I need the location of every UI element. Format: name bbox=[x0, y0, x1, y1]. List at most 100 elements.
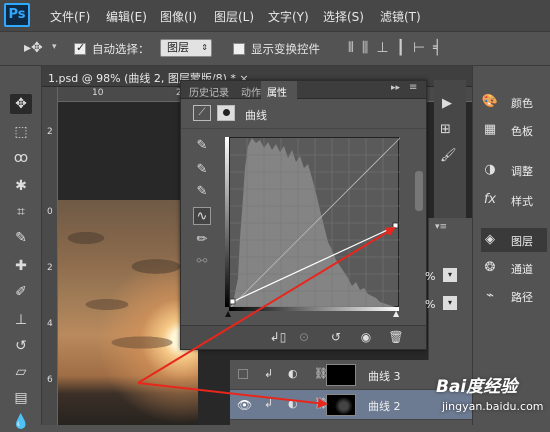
smooth-curve-icon[interactable]: ⚯ bbox=[193, 253, 211, 271]
curves-adjustment-icon: ⟋ bbox=[193, 105, 211, 121]
marquee-tool-icon[interactable]: ⬚ bbox=[10, 122, 32, 142]
eyedropper-black-icon[interactable]: ✎ bbox=[193, 137, 211, 155]
play-action-icon[interactable]: ▶ bbox=[442, 96, 452, 111]
dock-label: 色板 bbox=[511, 125, 533, 138]
opacity-dropdown-icon[interactable]: ▾ bbox=[443, 268, 457, 282]
eye-icon[interactable]: 👁 bbox=[237, 398, 252, 412]
visibility-icon[interactable]: ◉ bbox=[357, 328, 375, 346]
layers-stack-icon: ◈ bbox=[485, 232, 495, 247]
move-tool-icon[interactable]: ▸✥ bbox=[24, 40, 43, 56]
dock-label: 路径 bbox=[511, 291, 533, 304]
auto-select-label: 自动选择： bbox=[92, 42, 150, 56]
view-previous-icon[interactable]: ⊙ bbox=[295, 328, 313, 346]
layer-mask-thumbnail[interactable] bbox=[326, 364, 356, 386]
history-brush-icon[interactable]: ↺ bbox=[10, 336, 32, 356]
move-tool-icon[interactable]: ✥ bbox=[10, 94, 32, 114]
align-buttons-icon[interactable]: ⫴⫼⊥┃⊢╡ bbox=[348, 40, 450, 56]
curve-point-white[interactable] bbox=[392, 222, 399, 229]
menu-image[interactable]: 图像(I) bbox=[160, 8, 197, 25]
properties-tab-bar: 历史记录 动作 属性 ▸▸ ≡ bbox=[181, 81, 426, 99]
menu-filter[interactable]: 滤镜(T) bbox=[380, 8, 421, 25]
menu-edit[interactable]: 编辑(E) bbox=[106, 8, 147, 25]
tool-preset-dropdown-icon[interactable]: ▾ bbox=[52, 42, 57, 52]
reset-icon[interactable]: ↺ bbox=[327, 328, 345, 346]
menu-select[interactable]: 选择(S) bbox=[323, 8, 364, 25]
eyedropper-gray-icon[interactable]: ✎ bbox=[193, 161, 211, 179]
ruler-tick-label: 2 bbox=[47, 127, 53, 137]
swatches-grid-icon: ▦ bbox=[483, 122, 497, 137]
ruler-tick-label: 2 bbox=[47, 263, 53, 273]
ruler-tick-label: 6 bbox=[47, 375, 53, 385]
fill-dropdown-icon[interactable]: ▾ bbox=[443, 296, 457, 310]
curves-svg bbox=[229, 137, 401, 309]
eraser-tool-icon[interactable]: ▱ bbox=[10, 362, 32, 382]
clip-link-icon: ↲ bbox=[264, 367, 274, 380]
tab-properties[interactable]: 属性 bbox=[267, 84, 287, 99]
curves-graph[interactable] bbox=[229, 137, 401, 309]
gradient-tool-icon[interactable]: ▤ bbox=[10, 388, 32, 408]
pencil-draw-icon[interactable]: ✏ bbox=[193, 231, 211, 249]
show-transform-label: 显示变换控件 bbox=[251, 42, 320, 56]
dock-item-paths[interactable]: ⌁ 路径 bbox=[481, 284, 547, 308]
brush-tool-icon[interactable]: ✐ bbox=[10, 282, 32, 302]
menu-file[interactable]: 文件(F) bbox=[50, 8, 90, 25]
options-bar: ▸✥ ▾ 自动选择： 图层 ⇕ 显示变换控件 ⫴⫼⊥┃⊢╡ bbox=[0, 32, 550, 66]
clip-to-layer-icon[interactable]: ↲▯ bbox=[269, 328, 287, 346]
dock-item-adjustments[interactable]: ◑ 调整 bbox=[481, 158, 547, 182]
baidu-watermark: Bai度经验 jingyan.baidu.com bbox=[436, 372, 550, 422]
layer-name[interactable]: 曲线 2 bbox=[368, 398, 401, 414]
collapse-icon[interactable]: ▸▸ bbox=[391, 83, 400, 93]
healing-brush-icon[interactable]: ✚ bbox=[10, 256, 32, 276]
adjustment-circle-icon: ◐ bbox=[288, 397, 298, 410]
white-point-slider-icon[interactable]: ▲ bbox=[393, 309, 399, 318]
eyedropper-white-icon[interactable]: ✎ bbox=[193, 183, 211, 201]
ruler-tick-label: 4 bbox=[47, 319, 53, 329]
magic-wand-icon[interactable]: ✱ bbox=[10, 176, 32, 196]
lasso-tool-icon[interactable]: ꝏ bbox=[10, 148, 32, 168]
auto-select-checkbox[interactable] bbox=[74, 41, 86, 55]
dock-item-channels[interactable]: ❂ 通道 bbox=[481, 256, 547, 280]
crop-tool-icon[interactable]: ⌗ bbox=[10, 202, 32, 222]
menu-type[interactable]: 文字(Y) bbox=[268, 8, 309, 25]
dock-label: 图层 bbox=[511, 235, 533, 248]
collapsed-panel-dock: ▶ ⊞ 🖌 bbox=[434, 80, 466, 220]
black-point-slider-icon[interactable]: ▲ bbox=[225, 309, 231, 318]
dock-item-swatches[interactable]: ▦ 色板 bbox=[481, 118, 547, 142]
show-transform-checkbox[interactable] bbox=[233, 43, 245, 55]
layer-name[interactable]: 曲线 3 bbox=[368, 368, 401, 384]
paths-icon: ⌁ bbox=[486, 288, 494, 303]
trash-icon[interactable]: 🗑 bbox=[387, 328, 405, 346]
tab-history[interactable]: 历史记录 bbox=[189, 84, 229, 99]
auto-select-target-select[interactable]: 图层 ⇕ bbox=[160, 39, 212, 57]
menu-layer[interactable]: 图层(L) bbox=[214, 8, 254, 25]
dock-item-layers[interactable]: ◈ 图层 bbox=[481, 228, 547, 252]
panel-scrollbar[interactable] bbox=[415, 171, 423, 211]
curve-point-tool-icon[interactable]: ∿ bbox=[193, 207, 211, 225]
brush-presets-icon[interactable]: 🖌 bbox=[440, 148, 457, 163]
dock-label: 调整 bbox=[511, 165, 533, 178]
styles-fx-icon: fx bbox=[483, 192, 497, 207]
dock-item-color[interactable]: 🎨 颜色 bbox=[481, 90, 547, 114]
blur-tool-icon[interactable]: 💧 bbox=[10, 412, 32, 432]
layer-mask-thumbnail[interactable] bbox=[326, 394, 356, 416]
visibility-toggle[interactable] bbox=[238, 369, 248, 379]
clone-stamp-icon[interactable]: ⊥ bbox=[10, 310, 32, 330]
properties-title: 曲线 bbox=[245, 109, 267, 122]
watermark-logo: Bai度经验 bbox=[436, 377, 518, 397]
history-icon[interactable]: ⊞ bbox=[440, 122, 451, 137]
opacity-value[interactable]: % bbox=[425, 270, 435, 283]
dock-item-styles[interactable]: fx 样式 bbox=[481, 188, 547, 212]
tab-actions[interactable]: 动作 bbox=[241, 84, 261, 99]
dock-label: 通道 bbox=[511, 263, 533, 276]
ruler-vertical: 2 0 2 4 6 bbox=[42, 87, 58, 425]
fill-value[interactable]: % bbox=[425, 298, 435, 311]
mask-icon[interactable] bbox=[217, 105, 235, 121]
auto-select-value: 图层 bbox=[167, 41, 189, 54]
properties-panel: 历史记录 动作 属性 ▸▸ ≡ ⟋ 曲线 ✎ ✎ ✎ ∿ ✏ ⚯ ▲ ▲ ↲▯ … bbox=[180, 80, 427, 350]
layers-panel-menu-icon[interactable]: ▾≡ bbox=[435, 222, 447, 232]
dock-label: 颜色 bbox=[511, 97, 533, 110]
eyedropper-tool-icon[interactable]: ✎ bbox=[10, 228, 32, 248]
curve-point-black[interactable] bbox=[229, 298, 236, 305]
panel-menu-icon[interactable]: ≡ bbox=[409, 82, 417, 93]
watermark-url: jingyan.baidu.com bbox=[442, 400, 544, 413]
